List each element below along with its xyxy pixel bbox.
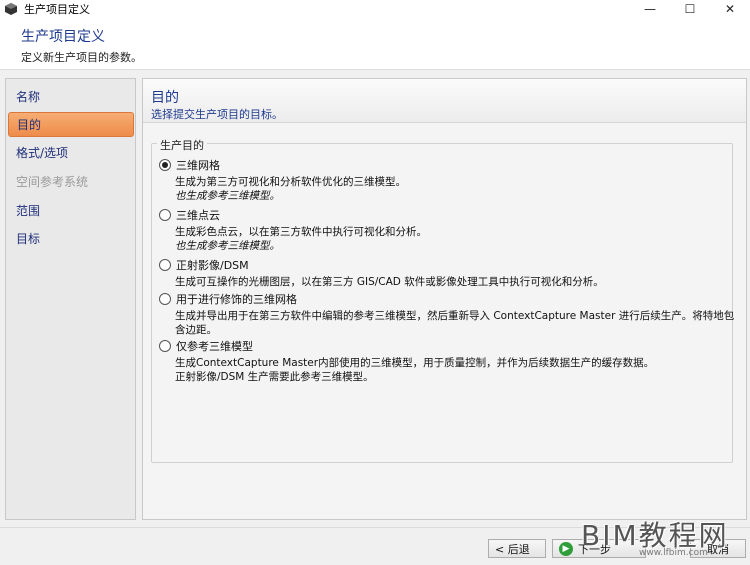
option-desc: 生成为第三方可视化和分析软件优化的三维模型。 (175, 176, 406, 188)
sidebar-item-format-options[interactable]: 格式/选项 (8, 141, 134, 166)
app-icon (5, 3, 17, 15)
option-label[interactable]: 三维点云 (176, 207, 220, 223)
page-subtitle: 定义新生产项目的参数。 (21, 51, 142, 64)
watermark: BIM教程网 www.lfbim.com (581, 514, 747, 564)
option-3d-mesh[interactable]: 三维网格 (159, 157, 220, 173)
sidebar-item-extent[interactable]: 范围 (8, 199, 134, 224)
section-subtitle: 选择提交生产项目的目标。 (151, 108, 283, 121)
radio-3d-point-cloud[interactable] (159, 209, 171, 221)
content-panel: 目的 选择提交生产项目的目标。 生产目的 三维网格 生成为第三方可视化和分析软件… (142, 78, 747, 520)
option-note: 正射影像/DSM 生产需要此参考三维模型。 (175, 371, 374, 383)
page-title: 生产项目定义 (21, 29, 105, 45)
option-3d-point-cloud[interactable]: 三维点云 (159, 207, 220, 223)
option-desc: 生成ContextCapture Master内部使用的三维模型，用于质量控制，… (175, 357, 655, 369)
window-title: 生产项目定义 (24, 3, 90, 16)
option-label[interactable]: 仅参考三维模型 (176, 338, 253, 354)
option-orthophoto-dsm[interactable]: 正射影像/DSM (159, 257, 249, 273)
window-titlebar: 生产项目定义 — ☐ ✕ (0, 0, 750, 18)
content-header: 目的 选择提交生产项目的目标。 (143, 79, 746, 123)
radio-mesh-retouching[interactable] (159, 293, 171, 305)
option-mesh-retouching[interactable]: 用于进行修饰的三维网格 (159, 291, 297, 307)
option-desc: 生成并导出用于在第三方软件中编辑的参考三维模型，然后重新导入 ContextCa… (175, 310, 735, 336)
option-reference-only[interactable]: 仅参考三维模型 (159, 338, 253, 354)
back-button[interactable]: < 后退 (488, 539, 546, 558)
radio-3d-mesh[interactable] (159, 159, 171, 171)
option-desc: 生成可互操作的光栅图层，以在第三方 GIS/CAD 软件或影像处理工具中执行可视… (175, 276, 604, 288)
radio-orthophoto-dsm[interactable] (159, 259, 171, 271)
sidebar-item-spatial-reference: 空间参考系统 (16, 175, 89, 189)
radio-reference-only[interactable] (159, 340, 171, 352)
option-label[interactable]: 用于进行修饰的三维网格 (176, 291, 297, 307)
wizard-header: 生产项目定义 定义新生产项目的参数。 (0, 18, 750, 70)
sidebar-item-name[interactable]: 名称 (8, 85, 134, 110)
sidebar-item-destination[interactable]: 目标 (8, 227, 134, 252)
wizard-sidebar: 名称 目的 格式/选项 空间参考系统 范围 目标 (5, 78, 136, 520)
watermark-url: www.lfbim.com (639, 548, 708, 558)
arrow-right-icon: ▶ (559, 541, 573, 556)
option-desc: 生成彩色点云，以在第三方软件中执行可视化和分析。 (175, 226, 427, 238)
option-note: 也生成参考三维模型。 (175, 240, 280, 252)
minimize-button[interactable]: — (630, 0, 670, 18)
option-label[interactable]: 正射影像/DSM (176, 257, 249, 273)
group-label: 生产目的 (157, 137, 207, 153)
close-button[interactable]: ✕ (710, 0, 750, 18)
section-title: 目的 (151, 90, 179, 106)
option-label[interactable]: 三维网格 (176, 157, 220, 173)
option-note: 也生成参考三维模型。 (175, 190, 280, 202)
sidebar-item-purpose[interactable]: 目的 (8, 112, 134, 137)
maximize-button[interactable]: ☐ (670, 0, 710, 18)
